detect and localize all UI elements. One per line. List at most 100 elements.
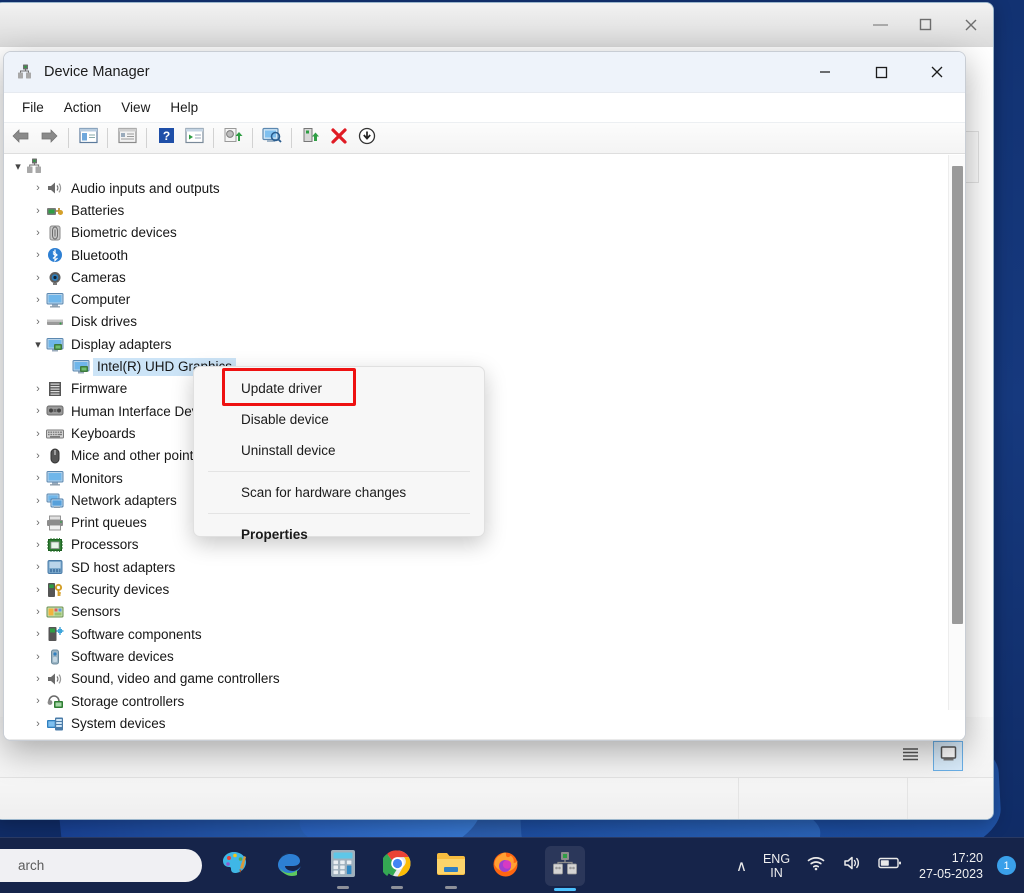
device-manager-window-controls xyxy=(797,52,965,93)
chevron-right-icon[interactable]: › xyxy=(30,561,46,573)
chevron-right-icon[interactable]: › xyxy=(30,584,46,596)
scrollbar-thumb[interactable] xyxy=(952,166,963,624)
device-manager-menubar[interactable]: File Action View Help xyxy=(4,93,965,123)
taskbar-firefox[interactable] xyxy=(485,846,525,886)
file-explorer-titlebar[interactable]: — xyxy=(0,3,993,47)
firefox-icon xyxy=(491,849,520,883)
details-view-button[interactable] xyxy=(933,741,963,771)
chevron-right-icon[interactable]: › xyxy=(30,428,46,440)
chevron-right-icon[interactable]: › xyxy=(30,450,46,462)
chevron-down-icon[interactable]: ▾ xyxy=(30,338,46,351)
tree-item-software-devices[interactable]: › Software devices xyxy=(4,646,965,668)
file-explorer-minimize-button[interactable]: — xyxy=(858,3,903,47)
tray-battery-button[interactable] xyxy=(871,846,909,886)
tree-item-security-devices[interactable]: › Security devices xyxy=(4,579,965,601)
disable-device-button[interactable] xyxy=(354,126,380,151)
context-menu-item-properties[interactable]: Properties xyxy=(194,519,484,550)
chevron-right-icon[interactable]: › xyxy=(30,539,46,551)
tree-root[interactable]: ▾ xyxy=(4,155,965,177)
tree-item-sensors[interactable]: › Sensors xyxy=(4,601,965,623)
taskbar-device-manager[interactable] xyxy=(545,845,585,891)
search-input[interactable]: arch xyxy=(0,849,202,882)
properties-icon xyxy=(117,127,137,149)
menu-action[interactable]: Action xyxy=(54,96,112,119)
tree-item-biometric-devices[interactable]: › Biometric devices xyxy=(4,222,965,244)
context-menu-item-update-driver[interactable]: Update driver xyxy=(194,373,484,404)
svg-text:?: ? xyxy=(162,129,169,143)
context-menu-item-uninstall-device[interactable]: Uninstall device xyxy=(194,435,484,466)
menu-file[interactable]: File xyxy=(12,96,54,119)
tree-item-cameras[interactable]: › Cameras xyxy=(4,266,965,288)
play-button[interactable] xyxy=(181,126,207,151)
device-tree-scrollbar[interactable] xyxy=(948,155,965,710)
chevron-right-icon[interactable]: › xyxy=(30,272,46,284)
tree-item-audio-inputs-and-outputs[interactable]: › Audio inputs and outputs xyxy=(4,177,965,199)
device-manager-close-button[interactable] xyxy=(909,52,965,93)
context-menu-item-disable-device[interactable]: Disable device xyxy=(194,404,484,435)
chevron-right-icon[interactable]: › xyxy=(30,695,46,707)
tree-item-processors[interactable]: › Processors xyxy=(4,534,965,556)
keyboard-icon xyxy=(46,426,64,442)
tray-wifi-button[interactable] xyxy=(799,846,833,886)
taskbar[interactable]: arch ∧ ENG IN 17:20 27-05-2023 1 xyxy=(0,837,1024,893)
tree-item-sd-host-adapters[interactable]: › SD host adapters xyxy=(4,556,965,578)
tree-item-disk-drives[interactable]: › Disk drives xyxy=(4,311,965,333)
notification-badge[interactable]: 1 xyxy=(997,856,1016,875)
chevron-right-icon[interactable]: › xyxy=(30,182,46,194)
chevron-right-icon[interactable]: › xyxy=(30,249,46,261)
tree-item-display-adapters[interactable]: ▾ Display adapters xyxy=(4,333,965,355)
tray-clock[interactable]: 17:20 27-05-2023 xyxy=(911,850,991,882)
device-manager-maximize-button[interactable] xyxy=(853,52,909,93)
chevron-right-icon[interactable]: › xyxy=(30,495,46,507)
uninstall-device-button[interactable] xyxy=(326,126,352,151)
tray-volume-button[interactable] xyxy=(835,846,869,886)
chevron-right-icon[interactable]: › xyxy=(30,651,46,663)
chevron-right-icon[interactable]: › xyxy=(30,718,46,730)
forward-button[interactable] xyxy=(36,126,62,151)
system-tray[interactable]: ∧ ENG IN 17:20 27-05-2023 1 xyxy=(729,838,1024,893)
enable-device-button[interactable] xyxy=(298,126,324,151)
context-menu-item-scan-for-hardware-changes[interactable]: Scan for hardware changes xyxy=(194,477,484,508)
chevron-down-icon[interactable]: ▾ xyxy=(10,160,26,173)
back-button[interactable] xyxy=(8,126,34,151)
device-manager-minimize-button[interactable] xyxy=(797,52,853,93)
chevron-right-icon[interactable]: › xyxy=(30,606,46,618)
tree-item-batteries[interactable]: › Batteries xyxy=(4,200,965,222)
properties-button[interactable] xyxy=(114,126,140,151)
chevron-right-icon[interactable]: › xyxy=(30,383,46,395)
chevron-right-icon[interactable]: › xyxy=(30,517,46,529)
chevron-right-icon[interactable]: › xyxy=(30,294,46,306)
taskbar-paint[interactable] xyxy=(215,846,255,886)
chevron-right-icon[interactable]: › xyxy=(30,628,46,640)
tree-item-system-devices[interactable]: › System devices xyxy=(4,712,965,734)
device-manager-toolbar[interactable]: ? xyxy=(4,123,965,154)
device-manager-titlebar[interactable]: Device Manager xyxy=(4,52,965,93)
chevron-right-icon[interactable]: › xyxy=(30,316,46,328)
chevron-right-icon[interactable]: › xyxy=(30,472,46,484)
taskbar-file-explorer[interactable] xyxy=(431,846,471,889)
chevron-right-icon[interactable]: › xyxy=(30,405,46,417)
tree-item-sound-video-and-game-controllers[interactable]: › Sound, video and game controllers xyxy=(4,668,965,690)
show-hide-console-tree-button[interactable] xyxy=(75,126,101,151)
chevron-right-icon[interactable]: › xyxy=(30,205,46,217)
menu-help[interactable]: Help xyxy=(160,96,208,119)
tree-item-storage-controllers[interactable]: › Storage controllers xyxy=(4,690,965,712)
chevron-right-icon[interactable]: › xyxy=(30,673,46,685)
tree-item-bluetooth[interactable]: › Bluetooth xyxy=(4,244,965,266)
chevron-right-icon[interactable]: › xyxy=(30,227,46,239)
scan-hardware-changes-button[interactable] xyxy=(259,126,285,151)
help-button[interactable]: ? xyxy=(153,126,179,151)
tree-item-computer[interactable]: › Computer xyxy=(4,289,965,311)
tray-language-indicator[interactable]: ENG IN xyxy=(756,846,797,886)
menu-view[interactable]: View xyxy=(111,96,160,119)
update-driver-button[interactable] xyxy=(220,126,246,151)
file-explorer-maximize-button[interactable] xyxy=(903,3,948,47)
taskbar-calculator[interactable] xyxy=(323,846,363,889)
file-explorer-close-button[interactable] xyxy=(948,3,993,47)
tray-expand-button[interactable]: ∧ xyxy=(729,846,754,886)
taskbar-chrome[interactable] xyxy=(377,846,417,889)
tree-item-software-components[interactable]: › Software components xyxy=(4,623,965,645)
list-view-button[interactable] xyxy=(895,741,925,771)
context-menu[interactable]: Update driver Disable device Uninstall d… xyxy=(193,366,485,542)
taskbar-edge[interactable] xyxy=(269,846,309,886)
